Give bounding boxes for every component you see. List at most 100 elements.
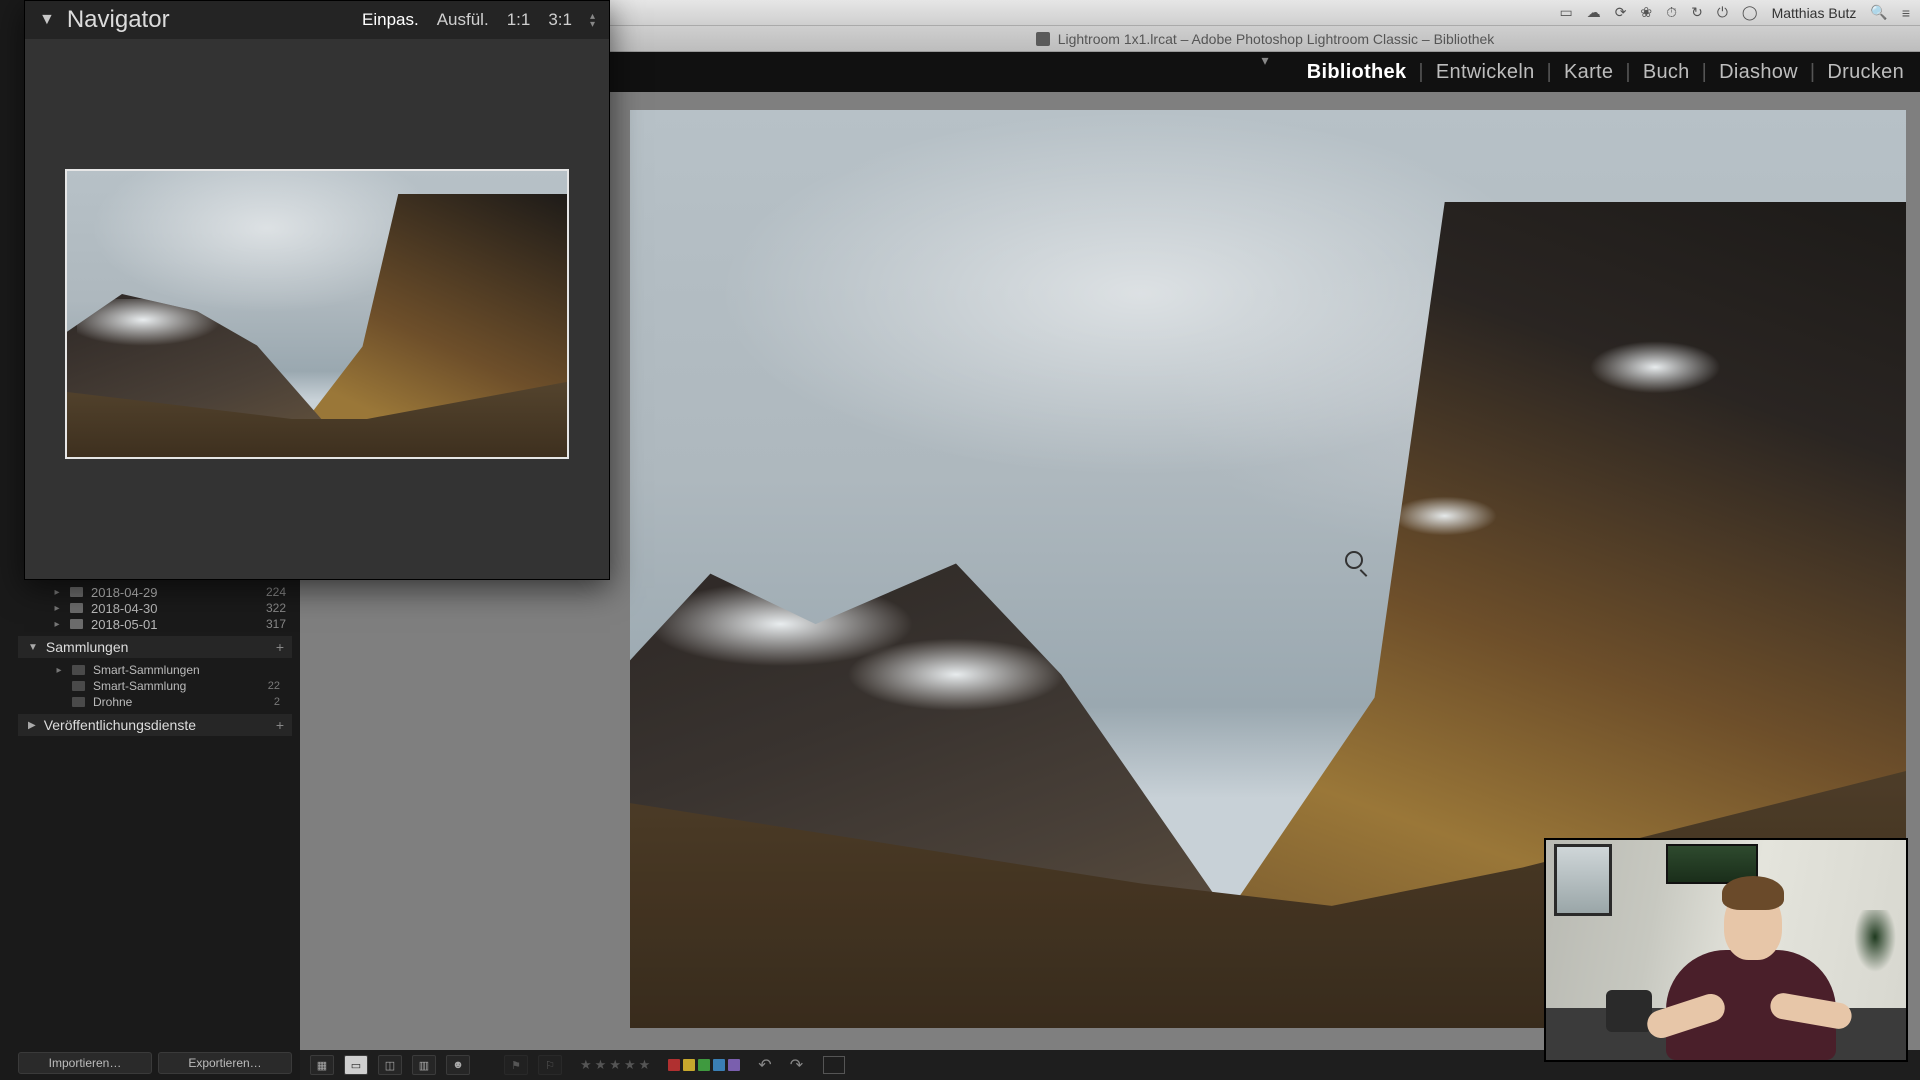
folder-count: 322 [266, 601, 292, 615]
collection-row[interactable]: Smart-Sammlung 22 [28, 678, 284, 694]
color-swatch[interactable] [683, 1059, 695, 1071]
color-swatch[interactable] [713, 1059, 725, 1071]
window-title: Lightroom 1x1.lrcat – Adobe Photoshop Li… [1058, 31, 1495, 47]
zoom-cursor-icon [1345, 551, 1363, 569]
folder-count: 224 [266, 585, 292, 599]
wall-frame [1554, 844, 1612, 916]
zoom-stepper-icon[interactable]: ▴▾ [590, 13, 595, 28]
folder-list: ▸ 2018-04-29 224 ▸ 2018-04-30 322 ▸ 2018… [18, 584, 292, 736]
module-diashow[interactable]: Diashow [1719, 61, 1798, 84]
import-export-bar: Importieren… Exportieren… [18, 1052, 292, 1074]
clock-icon[interactable]: ⏱ [1666, 4, 1677, 21]
power-icon[interactable]: ⏻ [1717, 4, 1728, 21]
folder-icon [70, 619, 83, 629]
flag-reject-button[interactable]: ⚐ [538, 1055, 562, 1075]
module-bibliothek[interactable]: Bibliothek [1307, 61, 1407, 84]
collection-icon [72, 697, 85, 707]
star-icon[interactable]: ★ [580, 1057, 592, 1073]
sync-button[interactable] [823, 1056, 845, 1074]
navigator-thumbnail[interactable] [65, 169, 569, 459]
chevron-down-icon: ▼ [39, 11, 55, 29]
star-icon[interactable]: ★ [624, 1057, 636, 1073]
flag-pick-button[interactable]: ⚑ [504, 1055, 528, 1075]
collections-label: Sammlungen [46, 639, 129, 655]
import-button[interactable]: Importieren… [18, 1052, 152, 1074]
navigator-panel: ▼ Navigator Einpas. Ausfül. 1:1 3:1 ▴▾ [24, 0, 610, 580]
chevron-right-icon: ▸ [52, 587, 62, 598]
drop-icon[interactable]: ❀ [1640, 4, 1652, 21]
webcam-overlay [1546, 840, 1906, 1060]
folder-name: 2018-04-29 [91, 585, 158, 600]
chevron-right-icon: ▸ [52, 603, 62, 614]
cloud-icon[interactable]: ☁ [1587, 4, 1601, 21]
presenter [1646, 880, 1846, 1060]
module-entwickeln[interactable]: Entwickeln [1436, 61, 1535, 84]
menubar-username[interactable]: Matthias Butz [1772, 5, 1857, 21]
navigator-title: Navigator [67, 6, 170, 34]
navigator-header[interactable]: ▼ Navigator Einpas. Ausfül. 1:1 3:1 ▴▾ [25, 1, 609, 39]
folder-row[interactable]: ▸ 2018-05-01 317 [18, 616, 292, 632]
plant [1850, 910, 1900, 1000]
navigator-body [25, 39, 609, 579]
folder-count: 317 [266, 617, 292, 631]
folder-row[interactable]: ▸ 2018-04-30 322 [18, 600, 292, 616]
collection-row[interactable]: Drohne 2 [28, 694, 284, 710]
collections-list: ▸ Smart-Sammlungen Smart-Sammlung 22 Dro… [18, 658, 292, 710]
people-view-button[interactable]: ☻ [446, 1055, 470, 1075]
menu-icon[interactable]: ≡ [1902, 5, 1910, 21]
folder-name: 2018-04-30 [91, 601, 158, 616]
navigator-zoom-controls: Einpas. Ausfül. 1:1 3:1 ▴▾ [362, 10, 595, 30]
rating-stars[interactable]: ★ ★ ★ ★ ★ [580, 1057, 650, 1073]
zoom-ratio[interactable]: 3:1 [548, 10, 572, 30]
collection-count: 2 [274, 696, 284, 708]
collection-name: Smart-Sammlungen [93, 663, 200, 677]
star-icon[interactable]: ★ [609, 1057, 621, 1073]
smart-collection-icon [72, 665, 85, 675]
star-icon[interactable]: ★ [639, 1057, 651, 1073]
chevron-down-icon: ▼ [28, 642, 38, 653]
top-panel-handle[interactable]: ▾ [610, 52, 1920, 60]
collection-name: Smart-Sammlung [93, 679, 186, 693]
section-collections[interactable]: ▼ Sammlungen + [18, 636, 292, 658]
star-icon[interactable]: ★ [595, 1057, 607, 1073]
color-swatch[interactable] [668, 1059, 680, 1071]
survey-view-button[interactable]: ▥ [412, 1055, 436, 1075]
add-collection-icon[interactable]: + [276, 639, 284, 655]
compare-view-button[interactable]: ◫ [378, 1055, 402, 1075]
document-icon [1036, 32, 1050, 46]
rotate-ccw-button[interactable]: ↶ [758, 1055, 771, 1075]
add-publish-icon[interactable]: + [276, 717, 284, 733]
chevron-right-icon: ▸ [52, 619, 62, 630]
display-icon[interactable]: ▭ [1559, 4, 1572, 21]
publish-label: Veröffentlichungsdienste [44, 717, 196, 733]
zoom-fill[interactable]: Ausfül. [437, 10, 489, 30]
refresh-icon[interactable]: ↻ [1691, 4, 1703, 21]
collection-count: 22 [268, 680, 284, 692]
chevron-right-icon: ▸ [54, 665, 64, 676]
collection-row[interactable]: ▸ Smart-Sammlungen [28, 662, 284, 678]
section-publish[interactable]: ▶ Veröffentlichungsdienste + [18, 714, 292, 736]
folder-row[interactable]: ▸ 2018-04-29 224 [18, 584, 292, 600]
color-swatch[interactable] [728, 1059, 740, 1071]
collection-name: Drohne [93, 695, 132, 709]
grid-view-button[interactable]: ▦ [310, 1055, 334, 1075]
window-titlebar: Lightroom 1x1.lrcat – Adobe Photoshop Li… [610, 26, 1920, 52]
chevron-right-icon: ▶ [28, 720, 36, 731]
module-drucken[interactable]: Drucken [1827, 61, 1904, 84]
loupe-view-button[interactable]: ▭ [344, 1055, 368, 1075]
spotlight-icon[interactable]: 🔍 [1870, 4, 1887, 21]
folder-name: 2018-05-01 [91, 617, 158, 632]
color-labels [668, 1059, 740, 1071]
folder-icon [70, 587, 83, 597]
rotate-cw-button[interactable]: ↷ [790, 1055, 803, 1075]
zoom-1-1[interactable]: 1:1 [507, 10, 531, 30]
sync-icon[interactable]: ⟳ [1615, 4, 1627, 21]
module-buch[interactable]: Buch [1643, 61, 1690, 84]
smart-collection-icon [72, 681, 85, 691]
module-karte[interactable]: Karte [1564, 61, 1613, 84]
export-button[interactable]: Exportieren… [158, 1052, 292, 1074]
zoom-fit[interactable]: Einpas. [362, 10, 419, 30]
circle-icon[interactable]: ◯ [1742, 4, 1758, 21]
folder-icon [70, 603, 83, 613]
color-swatch[interactable] [698, 1059, 710, 1071]
